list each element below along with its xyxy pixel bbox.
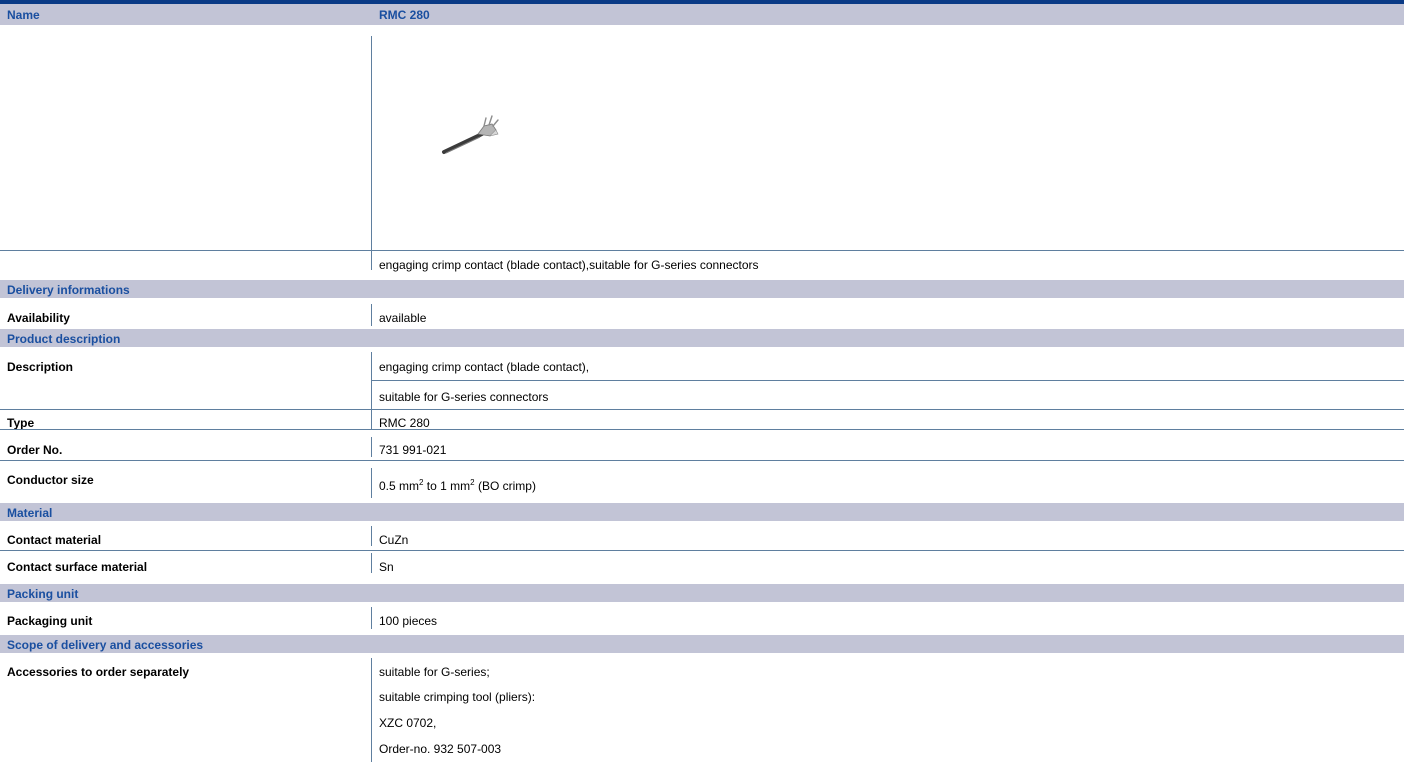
section-scope: Scope of delivery and accessories: [0, 635, 1404, 653]
section-material: Material: [0, 503, 1404, 521]
order-no-divider: [371, 437, 372, 457]
section-scope-title: Scope of delivery and accessories: [7, 638, 204, 652]
section-material-title: Material: [7, 506, 53, 520]
section-packing-title: Packing unit: [7, 587, 79, 601]
accessories-divider: [371, 658, 372, 762]
section-delivery: Delivery informations: [0, 280, 1404, 298]
accessories-line-3: XZC 0702,: [379, 716, 437, 730]
order-rule: [0, 429, 1404, 430]
availability-value: available: [379, 311, 427, 325]
surface-material-divider: [371, 553, 372, 573]
section-product: Product description: [0, 329, 1404, 347]
name-value: RMC 280: [379, 8, 430, 22]
packaging-unit-divider: [371, 607, 372, 629]
availability-divider: [371, 304, 372, 326]
order-no-value: 731 991-021: [379, 443, 447, 457]
section-product-title: Product description: [7, 332, 121, 346]
datasheet: Name RMC 280 engaging crimp contact (bla…: [0, 0, 1404, 762]
conductor-size-value: 0.5 mm2 to 1 mm2 (BO crimp): [379, 478, 536, 494]
type-label: Type: [7, 416, 35, 430]
accessories-line-4: Order-no. 932 507-003: [379, 742, 502, 756]
contact-material-value: CuZn: [379, 533, 409, 547]
contact-material-divider: [371, 526, 372, 546]
packaging-unit-label: Packaging unit: [7, 614, 93, 628]
type-value: RMC 280: [379, 416, 430, 430]
surface-material-label: Contact surface material: [7, 560, 148, 574]
conductor-rule: [0, 460, 1404, 461]
description-rule: [371, 380, 1404, 381]
name-label: Name: [7, 8, 40, 22]
surface-rule: [0, 550, 1404, 551]
accessories-line-2: suitable crimping tool (pliers):: [379, 690, 536, 704]
order-no-label: Order No.: [7, 443, 63, 457]
image-divider: [371, 36, 372, 250]
surface-material-value: Sn: [379, 560, 394, 574]
accessories-line-1: suitable for G-series;: [379, 665, 490, 679]
name-row: Name RMC 280: [0, 4, 1404, 25]
availability-label: Availability: [7, 311, 70, 325]
accessories-label: Accessories to order separately: [7, 665, 190, 679]
caption-rule: [0, 250, 1404, 251]
description-line-2: suitable for G-series connectors: [379, 390, 549, 404]
section-delivery-title: Delivery informations: [7, 283, 130, 297]
contact-material-label: Contact material: [7, 533, 102, 547]
caption-divider: [371, 250, 372, 270]
conductor-size-label: Conductor size: [7, 473, 94, 487]
conductor-size-divider: [371, 468, 372, 498]
description-label: Description: [7, 360, 74, 374]
crimp-contact-image: [442, 115, 499, 154]
packaging-unit-value: 100 pieces: [379, 614, 438, 628]
type-rule: [0, 409, 1404, 410]
section-packing: Packing unit: [0, 584, 1404, 602]
type-divider: [371, 409, 372, 429]
description-line-1: engaging crimp contact (blade contact),: [379, 360, 590, 374]
caption-text: engaging crimp contact (blade contact),s…: [379, 258, 759, 272]
